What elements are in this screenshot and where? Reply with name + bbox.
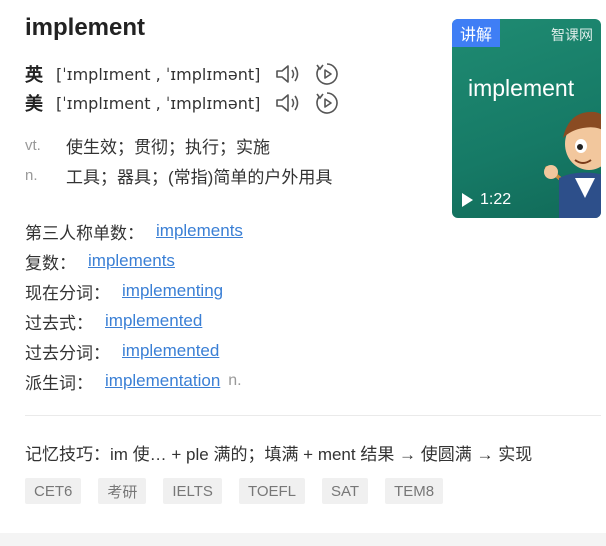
word-form-derivative: 派生词： implementation n. [25,370,242,393]
definition-row: n. 工具；器具；(常指)简单的户外用具 [25,163,332,188]
word-form-past-participle: 过去分词： implemented [25,340,219,363]
definition-text: 工具；器具；(常指)简单的户外用具 [66,168,333,187]
replay-icon[interactable] [314,90,340,116]
word-form-third-person: 第三人称单数： implements [25,220,243,243]
part-of-speech: n. [25,167,38,184]
definition-text: 使生效；贯彻；执行；实施 [66,138,270,157]
form-label: 复数： [25,253,76,273]
exam-tag[interactable]: TOEFL [238,478,306,504]
exam-tag[interactable]: TEM8 [385,478,444,504]
duration-text: 1:22 [480,191,512,208]
word-form-past-tense: 过去式： implemented [25,310,202,333]
video-lesson-card[interactable]: 讲解 智课网 implement 1:22 [452,19,601,218]
video-tag: 讲解 [452,19,500,47]
form-label: 过去分词： [25,343,110,363]
definition-row: vt. 使生效；贯彻；执行；实施 [25,133,270,158]
form-link[interactable]: implementing [122,281,223,301]
form-link[interactable]: implements [156,221,243,241]
video-duration: 1:22 [462,191,511,209]
play-icon [462,193,473,207]
word-form-plural: 复数： implements [25,250,175,273]
form-pos: n. [228,372,242,389]
exam-tag[interactable]: SAT [322,478,369,504]
word-form-present-participle: 现在分词： implementing [25,280,223,303]
form-link[interactable]: implemented [105,311,202,331]
video-brand: 智课网 [551,27,593,43]
pronunciation-uk: 英 [ˈɪmplɪment , ˈɪmplɪmənt] [25,62,340,86]
form-label: 现在分词： [25,283,110,303]
form-link[interactable]: implementation [105,371,220,391]
ipa-text: [ˈɪmplɪment , ˈɪmplɪmənt] [56,93,261,113]
exam-tag[interactable]: CET6 [25,478,82,504]
replay-icon[interactable] [314,61,340,87]
teacher-illustration [544,111,601,218]
lang-label: 英 [25,65,43,85]
speaker-icon[interactable] [274,91,302,115]
ipa-text: [ˈɪmplɪment , ˈɪmplɪmənt] [56,64,261,84]
pronunciation-us: 美 [ˈɪmplɪment , ˈɪmplɪmənt] [25,91,340,115]
exam-tag[interactable]: IELTS [163,478,222,504]
form-label: 过去式： [25,313,93,333]
form-label: 第三人称单数： [25,223,144,243]
memory-tip: 记忆技巧：im 使… + ple 满的；填满 + ment 结果 → 使圆满 →… [25,445,533,464]
lang-label: 美 [25,94,43,114]
divider [25,415,601,416]
headword: implement [25,14,146,41]
exam-tags: CET6 考研 IELTS TOEFL SAT TEM8 [25,478,460,504]
speaker-icon[interactable] [274,62,302,86]
form-link[interactable]: implements [88,251,175,271]
form-label: 派生词： [25,373,93,393]
exam-tag[interactable]: 考研 [98,478,147,504]
part-of-speech: vt. [25,137,41,154]
bottom-strip [0,533,606,546]
form-link[interactable]: implemented [122,341,219,361]
